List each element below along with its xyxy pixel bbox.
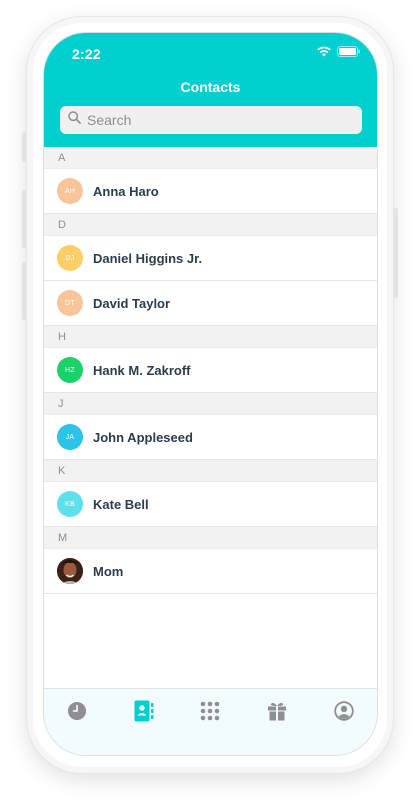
contact-name: Mom <box>93 563 124 579</box>
contact-row[interactable]: DJ Daniel Higgins Jr. <box>44 236 377 281</box>
avatar-initials: DT <box>65 299 75 307</box>
section-header-k: K <box>44 460 377 482</box>
contact-name: Hank M. Zakroff <box>93 362 191 378</box>
contact-row[interactable]: DT David Taylor <box>44 281 377 326</box>
avatar: KB <box>57 491 83 517</box>
contact-name: John Appleseed <box>93 429 193 445</box>
avatar-initials: KB <box>65 500 75 508</box>
tab-recents[interactable] <box>61 699 93 723</box>
profile-icon <box>333 701 354 721</box>
contact-row[interactable]: JA John Appleseed <box>44 415 377 460</box>
section-header-d: D <box>44 214 377 236</box>
keypad-icon <box>200 701 220 721</box>
header: 2:22 Contacts <box>44 33 377 147</box>
avatar-initials: HZ <box>65 366 75 374</box>
tab-keypad[interactable] <box>194 699 226 723</box>
volume-up-button <box>22 190 26 248</box>
contacts-book-icon <box>134 700 154 722</box>
tab-profile[interactable] <box>328 699 360 723</box>
status-time: 2:22 <box>72 46 101 62</box>
section-header-m: M <box>44 527 377 549</box>
search-icon <box>68 111 81 129</box>
contact-row[interactable]: KB Kate Bell <box>44 482 377 527</box>
wifi-icon <box>317 46 331 57</box>
contact-row[interactable]: AH Anna Haro <box>44 169 377 214</box>
avatar-initials: DJ <box>65 254 75 262</box>
contact-row[interactable]: HZ Hank M. Zakroff <box>44 348 377 393</box>
tab-contacts[interactable] <box>128 699 160 723</box>
avatar: DT <box>57 290 83 316</box>
avatar: AH <box>57 178 83 204</box>
tab-bar <box>44 688 377 755</box>
volume-down-button <box>22 262 26 320</box>
battery-icon <box>337 46 361 57</box>
power-button <box>394 208 398 298</box>
avatar-initials: AH <box>64 187 76 195</box>
contact-row[interactable]: Mom <box>44 549 377 594</box>
status-icons <box>317 46 361 57</box>
clock-icon <box>67 701 87 721</box>
gift-icon <box>267 701 287 721</box>
contacts-list: A AH Anna Haro D DJ Daniel Higgins Jr. D… <box>44 147 377 594</box>
contact-name: David Taylor <box>93 295 171 311</box>
screen: 2:22 Contacts Search A AH Anna Haro D DJ… <box>44 33 377 755</box>
section-header-j: J <box>44 393 377 415</box>
search-bar[interactable] <box>60 106 362 134</box>
avatar: JA <box>57 424 83 450</box>
page-title: Contacts <box>180 79 241 95</box>
avatar-photo <box>57 558 83 584</box>
tab-gifts[interactable] <box>261 699 293 723</box>
silent-switch <box>22 132 26 162</box>
search-input[interactable] <box>87 112 347 128</box>
contact-name: Daniel Higgins Jr. <box>93 250 203 266</box>
section-header-a: A <box>44 147 377 169</box>
contact-name: Kate Bell <box>93 496 149 512</box>
avatar: HZ <box>57 357 83 383</box>
avatar: DJ <box>57 245 83 271</box>
page: 2:22 Contacts Search A AH Anna Haro D DJ… <box>0 0 420 803</box>
contact-name: Anna Haro <box>93 183 159 199</box>
avatar-initials: JA <box>65 433 75 441</box>
section-header-h: H <box>44 326 377 348</box>
